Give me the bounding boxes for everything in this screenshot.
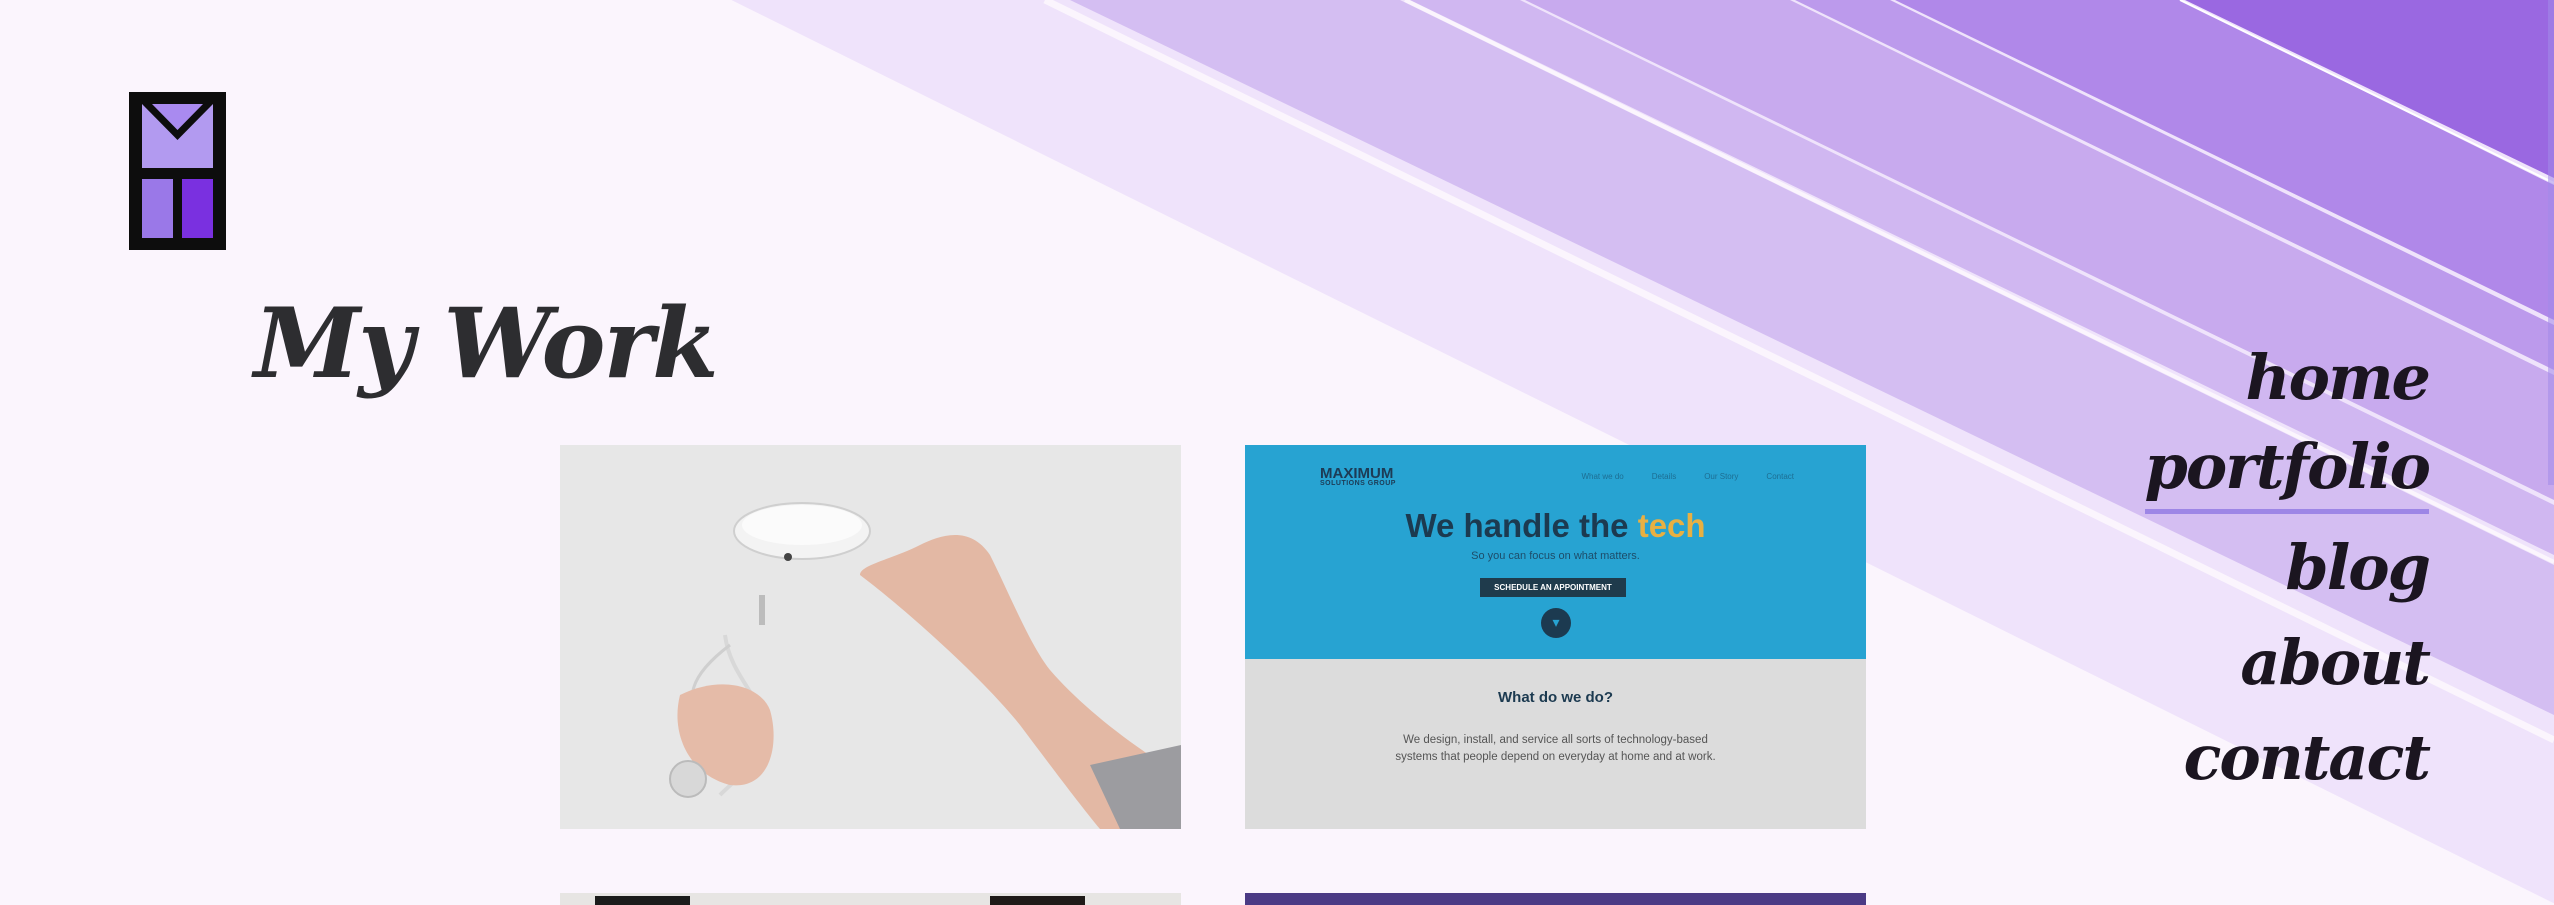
chevron-down-icon: ▾ (1541, 608, 1571, 638)
main-nav: home portfolio blog about contact (2144, 330, 2431, 805)
website-logo-subtext: SOLUTIONS GROUP (1320, 480, 1396, 487)
website-subheadline: So you can focus on what matters. (1471, 550, 1640, 562)
website-nav-item: Details (1651, 472, 1677, 481)
portfolio-card-4[interactable] (1245, 893, 1866, 905)
nav-home[interactable]: home (2145, 330, 2431, 425)
website-headline: We handle the tech (1245, 507, 1866, 545)
nav-portfolio[interactable]: portfolio (2144, 425, 2431, 514)
website-nav: What we do Details Our Story Contact (1581, 472, 1794, 481)
portfolio-card-3[interactable] (560, 893, 1181, 905)
website-headline-lead: We handle the (1405, 507, 1638, 544)
nav-about[interactable]: about (2145, 615, 2431, 710)
website-nav-item: Contact (1766, 472, 1794, 481)
product-photo (560, 445, 1181, 829)
page-scrollbar-thumb[interactable] (2548, 0, 2554, 485)
website-section-body: We design, install, and service all sort… (1395, 734, 1716, 763)
portfolio-card-earbud-case[interactable] (560, 445, 1181, 829)
website-cta-button: SCHEDULE AN APPOINTMENT (1480, 578, 1626, 597)
portfolio-image-3 (560, 896, 1181, 905)
website-hero: MAXIMUM SOLUTIONS GROUP What we do Detai… (1245, 445, 1866, 659)
portfolio-card-maximum-website[interactable]: MAXIMUM SOLUTIONS GROUP What we do Detai… (1245, 445, 1866, 829)
site-logo-icon[interactable] (129, 92, 226, 250)
nav-contact[interactable]: contact (2145, 710, 2431, 805)
website-section-title: What do we do? (1498, 689, 1613, 706)
website-logo: MAXIMUM SOLUTIONS GROUP (1320, 465, 1396, 487)
website-headline-accent: tech (1637, 507, 1706, 544)
website-nav-item: What we do (1581, 472, 1624, 481)
nav-blog[interactable]: blog (2145, 520, 2431, 615)
website-nav-item: Our Story (1704, 472, 1739, 481)
page-title: My Work (254, 287, 719, 400)
